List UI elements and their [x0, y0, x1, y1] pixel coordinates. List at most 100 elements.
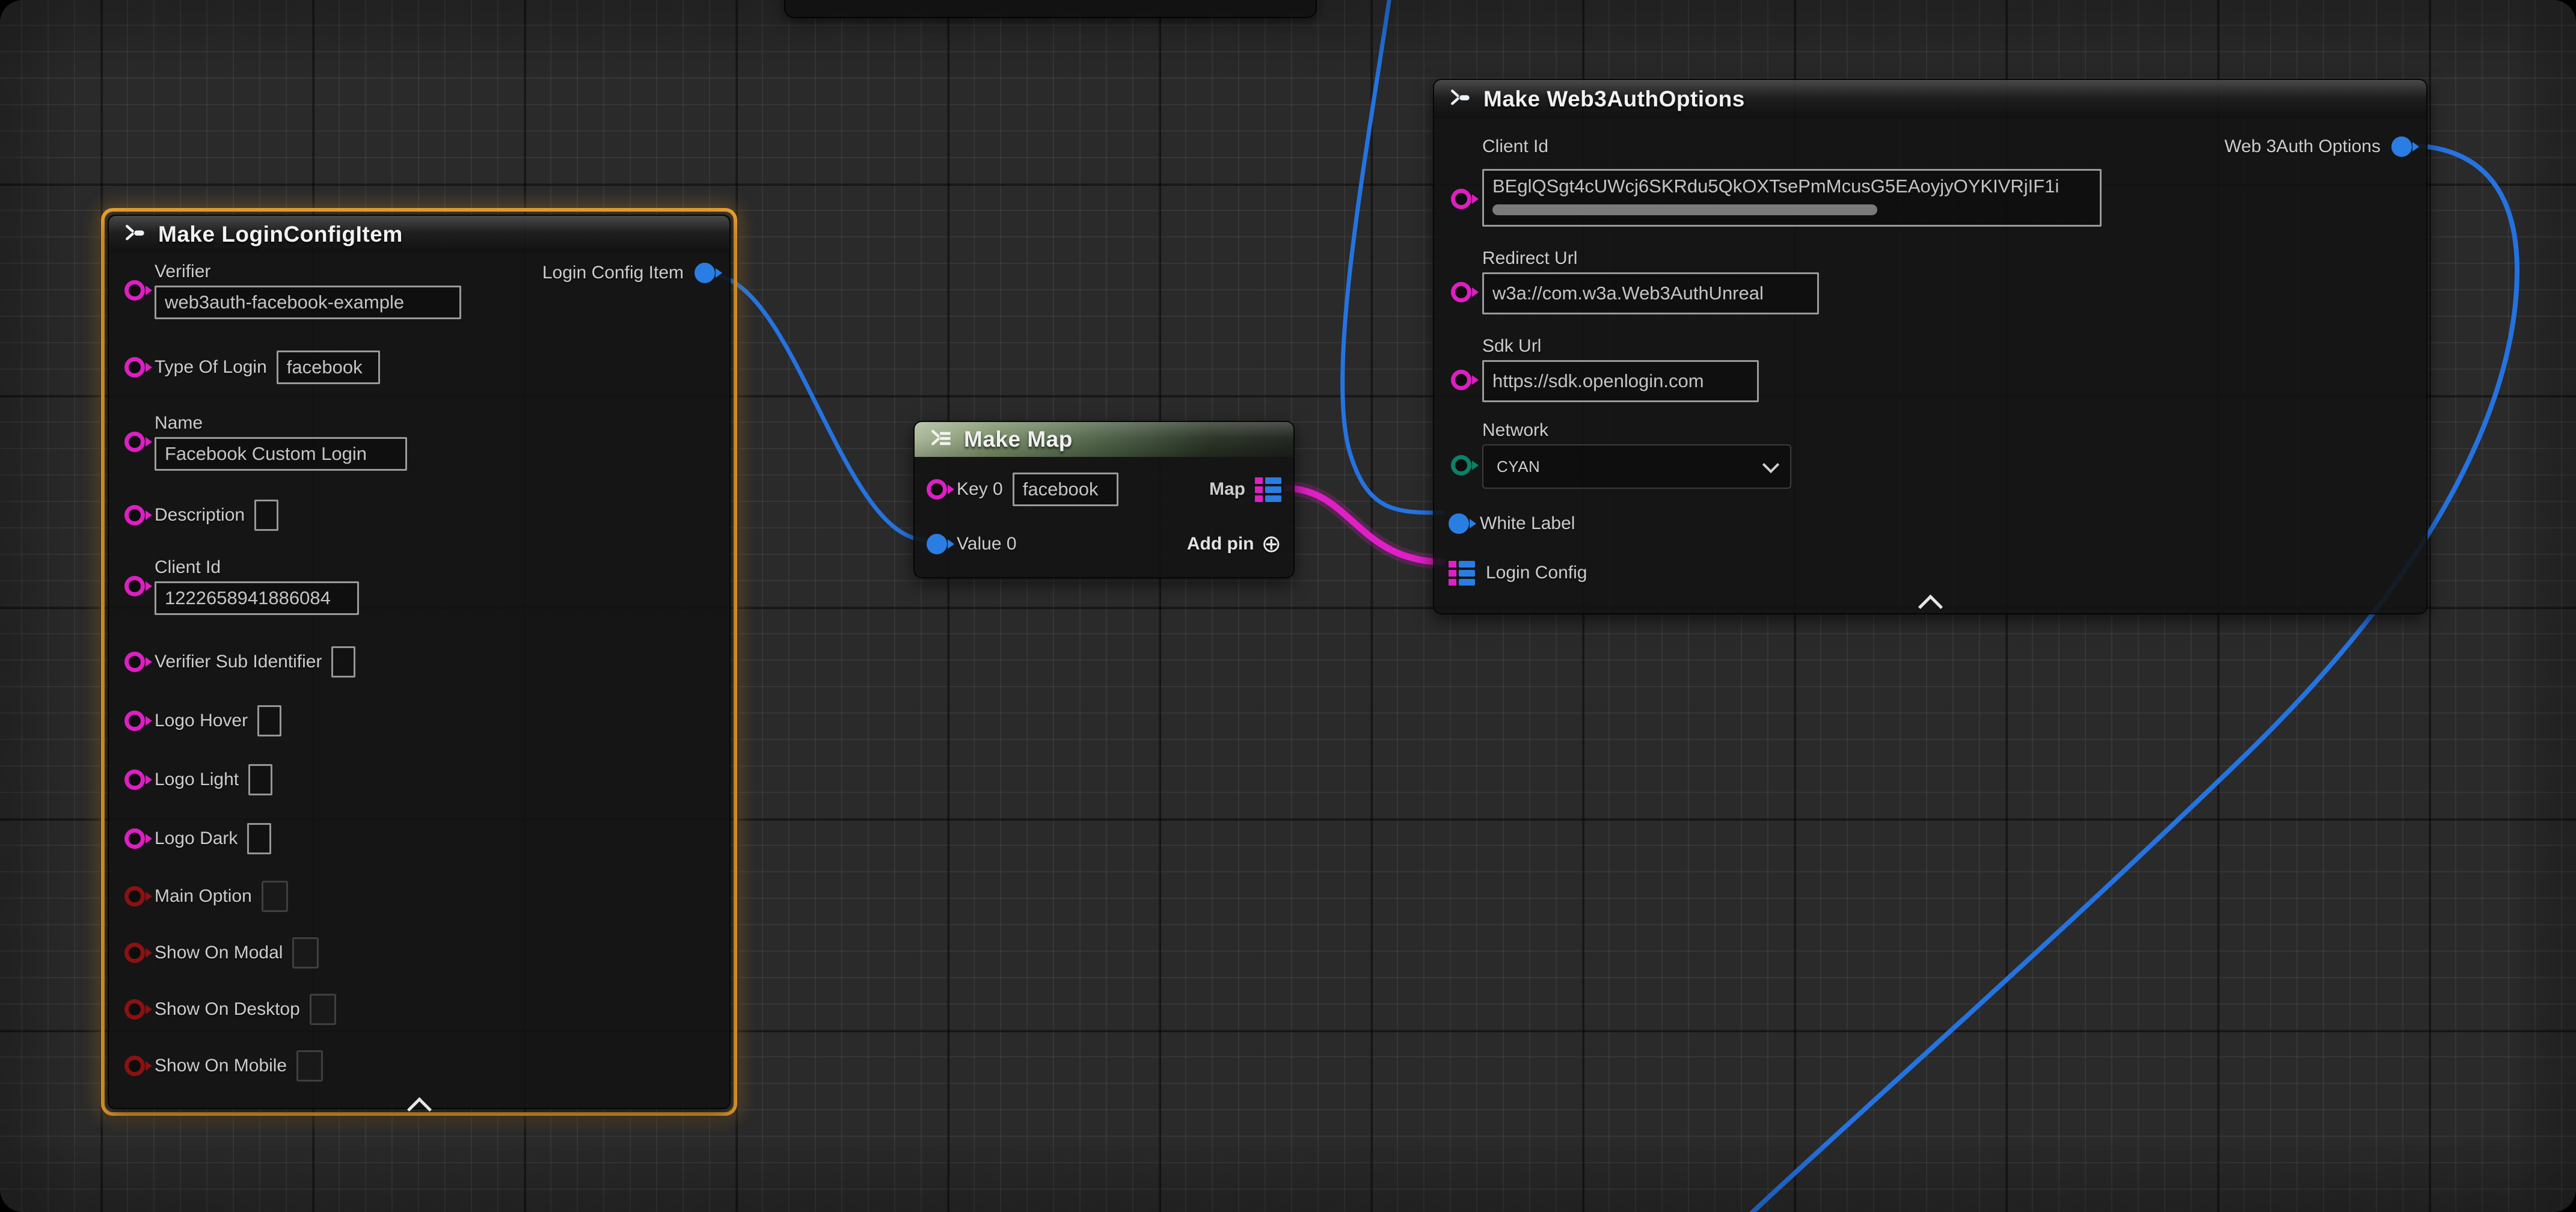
- node-make-loginconfigitem[interactable]: Make LoginConfigItem Login Config Item V…: [108, 215, 731, 1109]
- pin-row-logo-hover: Logo Hover: [124, 705, 714, 736]
- type-of-login-field[interactable]: facebook: [277, 350, 380, 384]
- name-field[interactable]: Facebook Custom Login: [155, 437, 407, 471]
- verifier-field[interactable]: web3auth-facebook-example: [155, 286, 461, 319]
- collapse-node-chevron-icon[interactable]: [1918, 595, 1942, 619]
- client-id-value: BEglQSgt4cUWcj6SKRdu5QkOXTsePmMcusG5EAoy…: [1492, 176, 2059, 197]
- node-title: Make Web3AuthOptions: [1483, 87, 1745, 112]
- pin-row-main-option: Main Option: [124, 881, 714, 912]
- sdk-url-value: https://sdk.openlogin.com: [1492, 370, 1704, 392]
- login-config-label: Login Config: [1486, 563, 1587, 583]
- show-on-mobile-label: Show On Mobile: [155, 1056, 287, 1076]
- show-on-modal-checkbox[interactable]: [292, 937, 319, 969]
- show-on-desktop-label: Show On Desktop: [155, 999, 300, 1020]
- collapse-row: [109, 1101, 729, 1118]
- logo-hover-label: Logo Hover: [155, 711, 248, 731]
- show-on-mobile-checkbox[interactable]: [296, 1050, 323, 1082]
- white-label-row: White Label: [1449, 512, 2412, 536]
- add-pin-label: Add pin: [1187, 534, 1254, 554]
- node-title: Make LoginConfigItem: [158, 222, 403, 247]
- web3auth-options-output-label: Web 3Auth Options: [2224, 136, 2381, 157]
- pin-row-show-on-desktop: Show On Desktop: [124, 994, 714, 1025]
- logo-dark-pin[interactable]: [124, 828, 145, 849]
- blueprint-graph-canvas[interactable]: Make LoginConfigItem Login Config Item V…: [0, 0, 2576, 1212]
- add-pin-button[interactable]: Add pin ⊕: [1187, 532, 1281, 556]
- logo-dark-field[interactable]: [247, 823, 271, 854]
- node-title: Make Map: [964, 427, 1073, 452]
- type-of-login-pin[interactable]: [124, 357, 145, 378]
- client-id-pin[interactable]: [1451, 189, 1471, 209]
- network-value: CYAN: [1497, 458, 1540, 476]
- value0-pin[interactable]: [927, 534, 947, 554]
- client-id-scrollbar[interactable]: [1492, 204, 1877, 215]
- network-pin[interactable]: [1451, 455, 1471, 476]
- verifier-sub-identifier-field[interactable]: [331, 646, 355, 678]
- redirect-url-value: w3a://com.w3a.Web3AuthUnreal: [1492, 283, 1764, 304]
- sdk-url-label: Sdk Url: [1482, 336, 1759, 357]
- description-pin[interactable]: [124, 505, 145, 525]
- white-label-label: White Label: [1480, 513, 1575, 534]
- key0-field[interactable]: facebook: [1013, 473, 1118, 506]
- sdk-url-pin[interactable]: [1451, 370, 1471, 390]
- value0-label: Value 0: [957, 534, 1017, 554]
- node-header[interactable]: Make Web3AuthOptions: [1434, 80, 2426, 118]
- pin-row-name: NameFacebook Custom Login: [124, 413, 714, 471]
- verifier-value: web3auth-facebook-example: [165, 292, 404, 313]
- type-of-login-label: Type Of Login: [155, 357, 267, 378]
- logo-hover-pin[interactable]: [124, 711, 145, 731]
- client-id-label: Client Id: [155, 557, 359, 578]
- key0-label: Key 0: [957, 479, 1003, 500]
- show-on-desktop-pin[interactable]: [124, 999, 145, 1020]
- show-on-modal-pin[interactable]: [124, 943, 145, 963]
- verifier-sub-identifier-pin[interactable]: [124, 652, 145, 672]
- login-config-pin[interactable]: [1449, 561, 1475, 586]
- client-id-field[interactable]: 1222658941886084: [155, 581, 359, 615]
- redirect-url-label: Redirect Url: [1482, 248, 1819, 269]
- key0-pin[interactable]: [927, 479, 947, 500]
- verifier-pin[interactable]: [124, 280, 145, 301]
- collapse-row: [1449, 598, 2412, 616]
- name-pin[interactable]: [124, 432, 145, 452]
- logo-light-field[interactable]: [248, 764, 272, 795]
- offscreen-node-fragment[interactable]: [784, 0, 1317, 18]
- client-id-value: 1222658941886084: [165, 587, 331, 609]
- wire-loginconfigitem-to-value0[interactable]: [710, 275, 926, 540]
- map-output-pin[interactable]: [1255, 477, 1281, 502]
- main-option-checkbox[interactable]: [262, 881, 288, 912]
- pin-row-description: Description: [124, 500, 714, 531]
- redirect-url-pin[interactable]: [1451, 282, 1471, 302]
- verifier-sub-identifier-label: Verifier Sub Identifier: [155, 652, 322, 672]
- logo-hover-field[interactable]: [257, 705, 281, 736]
- pin-row-logo-light: Logo Light: [124, 764, 714, 795]
- key0-value: facebook: [1023, 479, 1099, 500]
- network-dropdown[interactable]: CYAN: [1482, 444, 1791, 489]
- node-make-map[interactable]: Make Map Key 0 facebook Map Value 0: [913, 421, 1295, 578]
- white-label-pin[interactable]: [1449, 513, 1469, 534]
- node-header[interactable]: Make LoginConfigItem: [109, 216, 729, 253]
- make-struct-icon: [122, 221, 149, 248]
- description-label: Description: [155, 505, 245, 525]
- main-option-pin[interactable]: [124, 886, 145, 907]
- client-id-pin[interactable]: [124, 576, 145, 596]
- client-id-field[interactable]: BEglQSgt4cUWcj6SKRdu5QkOXTsePmMcusG5EAoy…: [1482, 169, 2102, 227]
- name-value: Facebook Custom Login: [165, 443, 367, 465]
- show-on-desktop-checkbox[interactable]: [310, 994, 336, 1025]
- node-header[interactable]: Make Map: [915, 422, 1293, 457]
- redirect-url-field[interactable]: w3a://com.w3a.Web3AuthUnreal: [1482, 272, 1819, 314]
- logo-light-pin[interactable]: [124, 770, 145, 790]
- make-map-icon: [928, 426, 954, 453]
- pin-row-show-on-mobile: Show On Mobile: [124, 1050, 714, 1082]
- collapse-node-chevron-icon[interactable]: [406, 1097, 431, 1122]
- pin-row-type-of-login: Type Of Login facebook: [124, 350, 714, 384]
- logo-dark-label: Logo Dark: [155, 828, 238, 849]
- show-on-mobile-pin[interactable]: [124, 1056, 145, 1076]
- main-option-label: Main Option: [155, 886, 252, 907]
- node-make-web3authoptions[interactable]: Make Web3AuthOptions Client Id Web 3Auth…: [1433, 79, 2427, 614]
- dropdown-chevron-icon: [1762, 456, 1779, 473]
- show-on-modal-label: Show On Modal: [155, 943, 283, 963]
- logo-light-label: Logo Light: [155, 770, 239, 790]
- description-field[interactable]: [254, 500, 278, 531]
- wire-top-to-whitelabel[interactable]: [1343, 0, 1444, 513]
- sdk-url-field[interactable]: https://sdk.openlogin.com: [1482, 360, 1759, 402]
- login-config-row: Login Config: [1449, 560, 2412, 586]
- web3auth-options-output-pin[interactable]: [2391, 136, 2412, 157]
